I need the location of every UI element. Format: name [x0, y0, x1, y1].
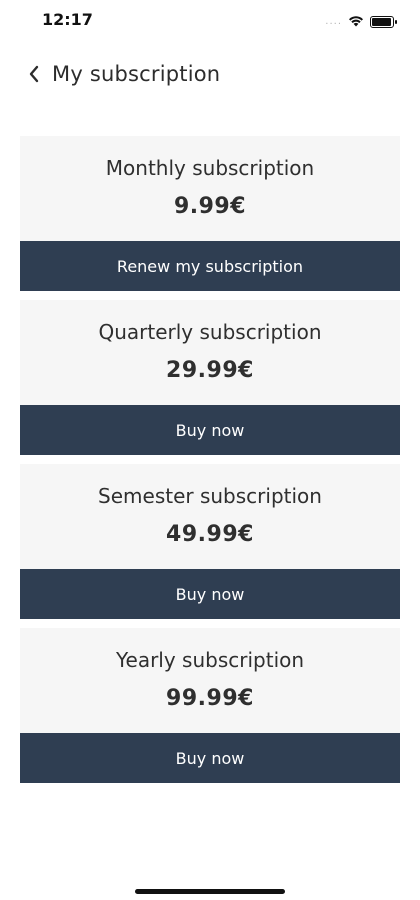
- plan-info: Semester subscription 49.99€: [20, 464, 400, 569]
- plans-list: Monthly subscription 9.99€ Renew my subs…: [20, 136, 400, 792]
- battery-icon: [370, 15, 397, 28]
- plan-name: Monthly subscription: [105, 156, 315, 180]
- plan-card-monthly: Monthly subscription 9.99€ Renew my subs…: [20, 136, 400, 291]
- buy-semester-button[interactable]: Buy now: [20, 569, 400, 619]
- page-title: My subscription: [52, 62, 221, 86]
- nav-header: My subscription: [28, 62, 220, 86]
- buy-quarterly-button[interactable]: Buy now: [20, 405, 400, 455]
- plan-name: Yearly subscription: [115, 648, 305, 672]
- plan-info: Quarterly subscription 29.99€: [20, 300, 400, 405]
- buy-yearly-button[interactable]: Buy now: [20, 733, 400, 783]
- status-time: 12:17: [42, 10, 93, 29]
- plan-info: Yearly subscription 99.99€: [20, 628, 400, 733]
- status-icons: ....: [325, 12, 397, 31]
- signal-icon: ....: [325, 16, 342, 27]
- plan-info: Monthly subscription 9.99€: [20, 136, 400, 241]
- renew-subscription-button[interactable]: Renew my subscription: [20, 241, 400, 291]
- plan-card-yearly: Yearly subscription 99.99€ Buy now: [20, 628, 400, 783]
- plan-name: Quarterly subscription: [98, 320, 322, 344]
- plan-card-quarterly: Quarterly subscription 29.99€ Buy now: [20, 300, 400, 455]
- chevron-left-icon[interactable]: [28, 64, 42, 84]
- plan-price: 9.99€: [173, 194, 247, 219]
- plan-price: 29.99€: [166, 358, 254, 383]
- home-indicator: [135, 889, 285, 894]
- plan-price: 49.99€: [166, 522, 254, 547]
- wifi-icon: [348, 12, 364, 31]
- plan-price: 99.99€: [166, 686, 254, 711]
- plan-card-semester: Semester subscription 49.99€ Buy now: [20, 464, 400, 619]
- status-bar: 12:17 ....: [0, 0, 420, 40]
- plan-name: Semester subscription: [98, 484, 322, 508]
